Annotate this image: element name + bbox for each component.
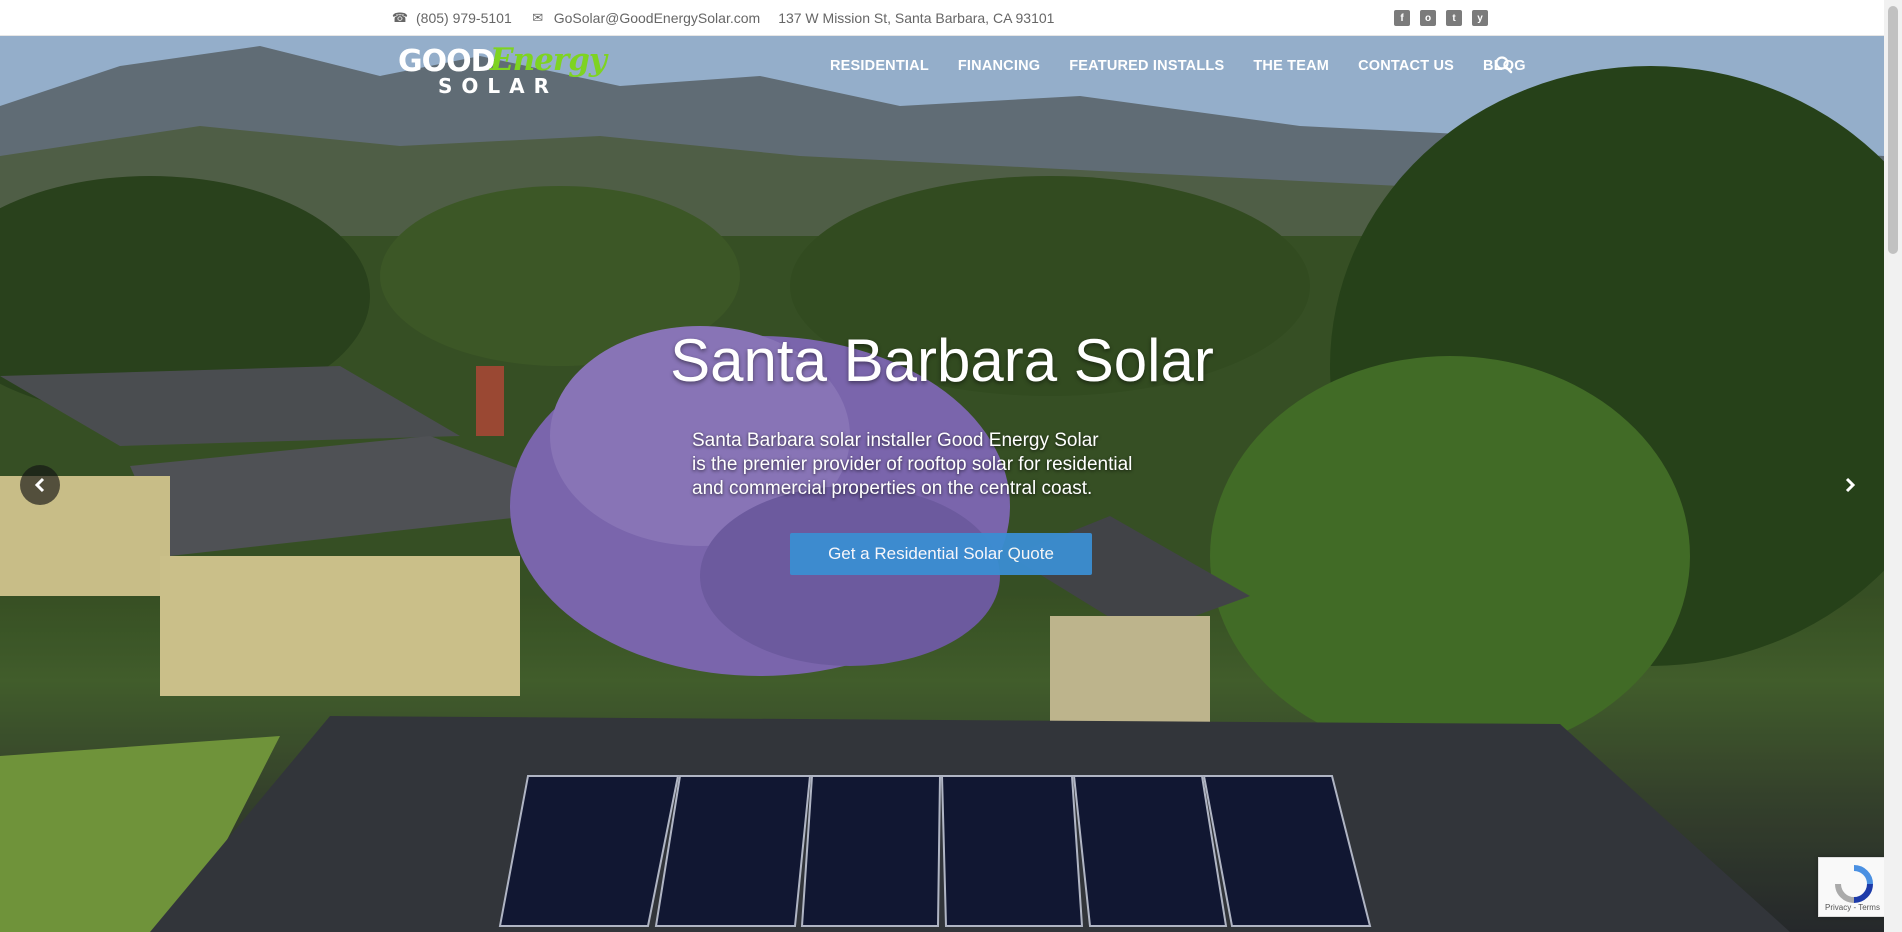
hero-slider: GOOD Energy SOLAR RESIDENTIAL FINANCING …: [0, 36, 1884, 932]
chevron-left-icon: [34, 477, 45, 493]
hero-subtext: Santa Barbara solar installer Good Energ…: [692, 429, 1232, 501]
facebook-icon[interactable]: f: [1394, 10, 1410, 26]
email-item[interactable]: ✉ GoSolar@GoodEnergySolar.com: [530, 10, 760, 26]
top-contact-bar: ☎ (805) 979-5101 ✉ GoSolar@GoodEnergySol…: [0, 0, 1884, 36]
social-links: f o t y: [1394, 10, 1488, 26]
residential-quote-button[interactable]: Get a Residential Solar Quote: [790, 533, 1092, 575]
logo-solar: SOLAR: [438, 74, 559, 98]
instagram-icon[interactable]: o: [1420, 10, 1436, 26]
nav-the-team[interactable]: THE TEAM: [1253, 58, 1329, 74]
phone-item[interactable]: ☎ (805) 979-5101: [392, 10, 512, 26]
hero-subtext-line: Santa Barbara solar installer Good Energ…: [692, 430, 1099, 451]
twitter-icon[interactable]: t: [1446, 10, 1462, 26]
nav-financing[interactable]: FINANCING: [958, 58, 1040, 74]
envelope-icon: ✉: [532, 10, 544, 25]
nav-contact-us[interactable]: CONTACT US: [1358, 58, 1454, 74]
main-nav: RESIDENTIAL FINANCING FEATURED INSTALLS …: [830, 58, 1526, 74]
recaptcha-icon: [1835, 865, 1873, 903]
hero-subtext-line: and commercial properties on the central…: [692, 478, 1093, 499]
recaptcha-links[interactable]: Privacy - Terms: [1825, 903, 1880, 912]
slider-next-button[interactable]: [1830, 465, 1870, 505]
hero-headline: Santa Barbara Solar: [670, 327, 1214, 394]
nav-featured-installs[interactable]: FEATURED INSTALLS: [1069, 58, 1224, 74]
phone-number[interactable]: (805) 979-5101: [416, 10, 512, 26]
scrollbar-thumb[interactable]: [1888, 6, 1898, 254]
page-scrollbar[interactable]: [1884, 0, 1902, 932]
slider-prev-button[interactable]: [20, 465, 60, 505]
street-address: 137 W Mission St, Santa Barbara, CA 9310…: [778, 10, 1055, 26]
site-logo[interactable]: GOOD Energy SOLAR: [398, 42, 644, 98]
nav-residential[interactable]: RESIDENTIAL: [830, 58, 929, 74]
hero-subtext-line: is the premier provider of rooftop solar…: [692, 454, 1133, 475]
chevron-right-icon: [1845, 477, 1856, 493]
contact-info: ☎ (805) 979-5101 ✉ GoSolar@GoodEnergySol…: [392, 0, 1055, 36]
search-icon[interactable]: [1494, 55, 1514, 75]
yelp-icon[interactable]: y: [1472, 10, 1488, 26]
email-address[interactable]: GoSolar@GoodEnergySolar.com: [554, 10, 760, 26]
address-item: 137 W Mission St, Santa Barbara, CA 9310…: [778, 10, 1054, 26]
logo-energy: Energy: [490, 42, 607, 78]
phone-icon: ☎: [391, 10, 409, 25]
recaptcha-badge[interactable]: Privacy - Terms: [1818, 857, 1888, 917]
